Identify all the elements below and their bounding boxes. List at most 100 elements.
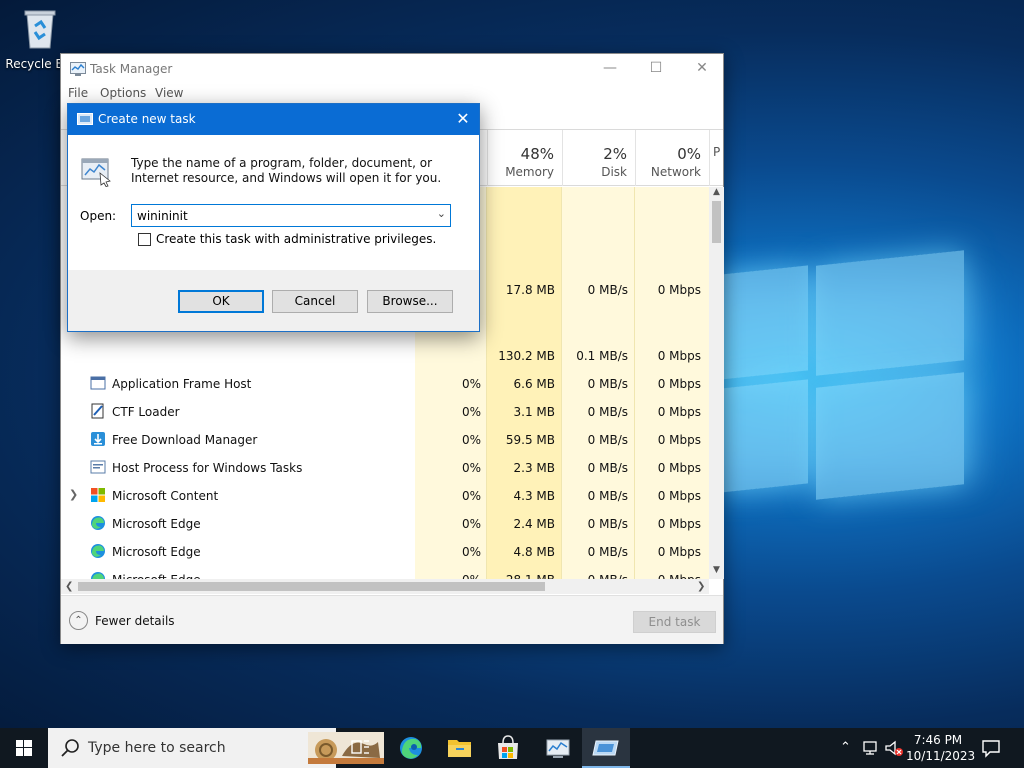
process-memory: 2.4 MB <box>513 517 555 531</box>
menu-options[interactable]: Options <box>100 86 146 100</box>
process-row[interactable]: Microsoft Edge 0% 2.4 MB 0 MB/s 0 Mbps <box>61 510 709 538</box>
ctf-loader-icon <box>91 403 104 419</box>
system-clock[interactable]: 7:46 PM 10/11/2023 <box>906 732 975 764</box>
process-cpu: 0% <box>461 377 481 391</box>
task-manager-icon <box>546 739 570 758</box>
process-cpu: 0% <box>461 461 481 475</box>
network-icon[interactable] <box>862 739 880 757</box>
process-row[interactable]: Microsoft Edge0%28.1 MB0 MB/s0 Mbps <box>61 566 709 579</box>
ok-button[interactable]: OK <box>178 290 264 313</box>
checkbox-box[interactable] <box>138 233 151 246</box>
column-header-memory[interactable]: 48% Memory <box>487 130 562 186</box>
windows-logo-wallpaper <box>700 240 980 510</box>
minimize-button[interactable]: — <box>587 54 633 84</box>
process-disk: 0 MB/s <box>587 461 628 475</box>
vertical-scrollbar[interactable]: ▲ ▼ <box>709 187 724 579</box>
chevron-up-icon: ⌃ <box>69 611 88 630</box>
task-manager-footer: ⌃ Fewer details End task <box>61 595 723 644</box>
process-memory: 6.6 MB <box>513 377 555 391</box>
end-task-button[interactable]: End task <box>633 611 716 633</box>
chevron-right-icon[interactable]: ❯ <box>69 488 78 501</box>
dialog-close-button[interactable]: ✕ <box>447 104 479 135</box>
process-name: CTF Loader <box>112 405 180 419</box>
store-icon <box>498 735 518 759</box>
dialog-body: Type the name of a program, folder, docu… <box>68 135 479 270</box>
process-cpu: 0% <box>461 517 481 531</box>
process-memory: 3.1 MB <box>513 405 555 419</box>
maximize-button[interactable]: ☐ <box>633 54 679 84</box>
fewer-details-label: Fewer details <box>95 614 175 628</box>
fdm-icon <box>91 432 105 446</box>
process-row[interactable]: 130.2 MB 0.1 MB/s 0 Mbps <box>61 342 709 370</box>
process-row[interactable]: Free Download Manager 0% 59.5 MB 0 MB/s 0 Mb… <box>61 426 709 454</box>
process-disk: 0 MB/s <box>587 489 628 503</box>
process-network: 0 Mbps <box>657 283 701 297</box>
cancel-button[interactable]: Cancel <box>272 290 358 313</box>
recycle-bin-icon <box>24 10 56 49</box>
process-row[interactable]: CTF Loader 0% 3.1 MB 0 MB/s 0 Mbps <box>61 398 709 426</box>
minimize-icon: — <box>603 60 617 76</box>
notification-icon[interactable] <box>980 738 1002 758</box>
search-placeholder: Type here to search <box>88 740 226 756</box>
scroll-right-icon[interactable]: ❯ <box>697 579 705 594</box>
menu-file[interactable]: File <box>68 86 88 100</box>
process-disk: 0 MB/s <box>587 377 628 391</box>
run-program-icon <box>81 158 111 187</box>
taskbar: Type here to search ⌃ 7:46 PM 10/11/2023 <box>0 728 1024 768</box>
chevron-up-icon[interactable]: ⌃ <box>840 740 851 755</box>
app-frame-icon <box>90 376 106 390</box>
edge-icon <box>91 572 105 579</box>
task-manager-titlebar[interactable]: Task Manager — ☐ ✕ <box>61 54 723 84</box>
process-row[interactable]: Host Process for Windows Tasks 0% 2.3 MB 0 … <box>61 454 709 482</box>
edge-icon <box>91 544 105 558</box>
dialog-message: Type the name of a program, folder, docu… <box>131 156 442 185</box>
vertical-scroll-thumb[interactable] <box>712 201 721 243</box>
volume-muted-icon[interactable] <box>884 739 904 757</box>
process-memory: 4.8 MB <box>513 545 555 559</box>
admin-privileges-label: Create this task with administrative pri… <box>156 232 437 246</box>
process-cpu: 0% <box>461 489 481 503</box>
dialog-titlebar[interactable]: Create new task ✕ <box>68 104 479 135</box>
task-view-button[interactable] <box>336 728 384 768</box>
open-label: Open: <box>80 209 117 223</box>
process-cpu: 0% <box>461 405 481 419</box>
process-name: Host Process for Windows Tasks <box>112 461 303 475</box>
taskbar-edge-button[interactable] <box>388 728 436 768</box>
open-input[interactable] <box>137 207 427 224</box>
close-button[interactable]: ✕ <box>679 54 725 84</box>
process-row[interactable]: ❯ Microsoft Content 0% 4.3 MB 0 MB/s 0 Mbps <box>61 482 709 510</box>
taskbar-search-box[interactable]: Type here to search <box>48 728 384 768</box>
column-header-disk[interactable]: 2% Disk <box>562 130 635 186</box>
taskbar-store-button[interactable] <box>484 728 532 768</box>
menu-view[interactable]: View <box>155 86 183 100</box>
scroll-left-icon[interactable]: ❮ <box>65 579 73 594</box>
taskbar-file-explorer-button[interactable] <box>436 728 484 768</box>
process-network: 0 Mbps <box>657 405 701 419</box>
process-row[interactable]: Microsoft Edge 0% 4.8 MB 0 MB/s 0 Mbps <box>61 538 709 566</box>
close-icon: ✕ <box>456 109 470 128</box>
start-button[interactable] <box>0 728 48 768</box>
menu-bar: File Options View <box>61 84 723 104</box>
chevron-down-icon[interactable]: ⌄ <box>437 207 446 220</box>
process-memory: 59.5 MB <box>505 433 555 447</box>
process-network: 0 Mbps <box>657 349 701 363</box>
browse-button[interactable]: Browse... <box>367 290 453 313</box>
horizontal-scroll-thumb[interactable] <box>78 582 545 591</box>
process-disk: 0 MB/s <box>587 283 628 297</box>
column-header-network[interactable]: 0% Network <box>635 130 709 186</box>
create-new-task-dialog: Create new task ✕ Type the name of a pro… <box>67 103 480 332</box>
task-view-icon <box>351 740 369 754</box>
process-memory: 2.3 MB <box>513 461 555 475</box>
process-disk: 0 MB/s <box>587 545 628 559</box>
process-row[interactable]: Application Frame Host 0% 6.6 MB 0 MB/s 0 Mb… <box>61 370 709 398</box>
open-combobox[interactable]: ⌄ <box>131 204 451 227</box>
taskbar-task-manager-button[interactable] <box>534 728 582 768</box>
taskbar-run-dialog-button[interactable] <box>582 728 630 768</box>
memory-percent: 48% <box>520 145 554 163</box>
column-header-power[interactable]: P <box>709 130 725 186</box>
network-percent: 0% <box>677 145 701 163</box>
horizontal-scrollbar[interactable]: ❮ ❯ <box>61 579 709 594</box>
scroll-up-icon[interactable]: ▲ <box>709 187 724 197</box>
process-network: 0 Mbps <box>657 489 701 503</box>
scroll-down-icon[interactable]: ▼ <box>709 565 724 575</box>
